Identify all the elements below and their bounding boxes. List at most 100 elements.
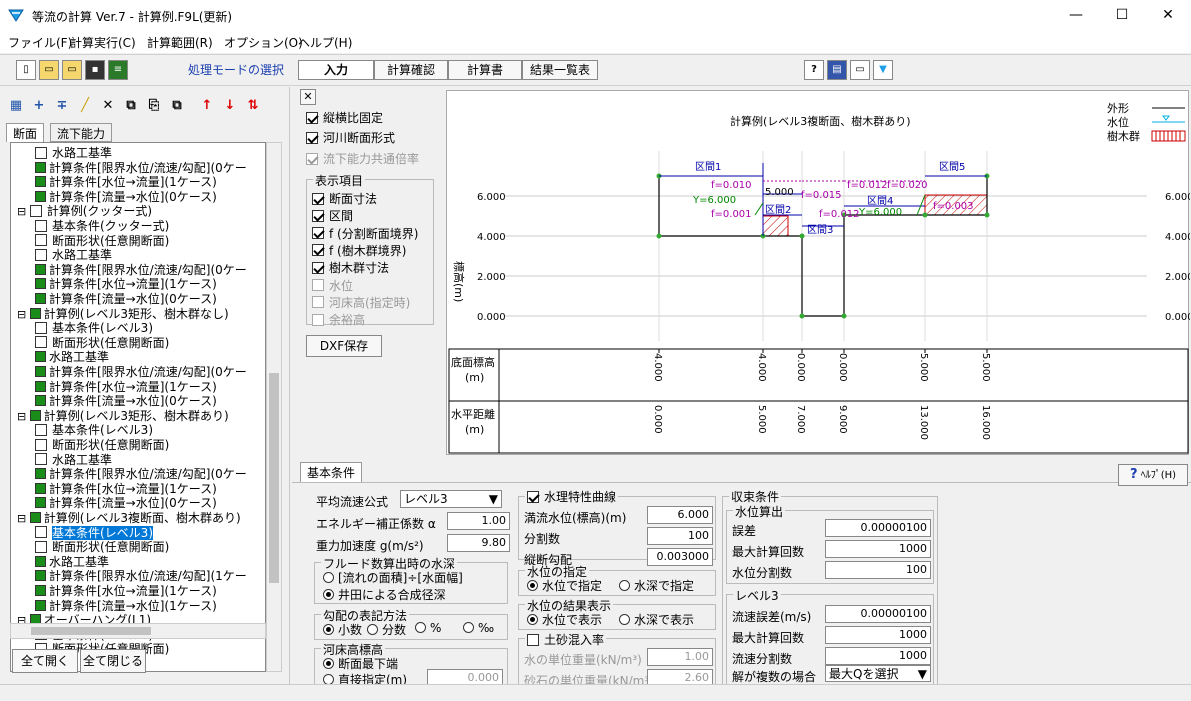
mode-check-button[interactable]: 計算確認 — [374, 60, 448, 80]
tree-checkbox[interactable] — [35, 336, 47, 349]
tree-item[interactable]: 計算条件[限界水位/流速/勾配](1ケー — [35, 568, 247, 584]
froude-ida-radio[interactable]: 井田による合成径深 — [323, 586, 446, 603]
tree-item[interactable]: 計算条件[流量→水位](0ケース) — [35, 291, 217, 307]
formula-select[interactable]: レベル3 ▼ — [400, 490, 502, 508]
tree-item[interactable]: 計算条件[水位→流量](1ケース) — [35, 481, 217, 497]
maximize-button[interactable]: ☐ — [1099, 0, 1145, 31]
tree-checkbox[interactable] — [35, 453, 47, 466]
tree-group[interactable]: ⊟ 計算例(レベル3複断面、樹木群あり) — [17, 510, 241, 526]
tree-hscrollbar[interactable] — [10, 623, 266, 639]
wl-calc-row-input[interactable]: 100 — [825, 561, 931, 579]
tree-item[interactable]: 水路工基準 — [35, 145, 112, 161]
slope-permil-radio[interactable]: ‰ — [463, 621, 494, 635]
tree-item[interactable]: 基本条件(クッター式) — [35, 218, 169, 234]
tree-view[interactable]: 水路工基準 計算条件[限界水位/流速/勾配](0ケー 計算条件[水位→流量](1ケー… — [10, 142, 266, 672]
menu-range[interactable]: 計算範囲(R) — [147, 34, 213, 51]
menu-help[interactable]: ヘルプ(H) — [298, 34, 352, 51]
aspect-checkbox[interactable]: 縦横比固定 — [306, 109, 383, 126]
tree-checkbox[interactable] — [29, 409, 41, 421]
tree-checkbox[interactable] — [35, 321, 47, 334]
slope-fraction-radio[interactable]: 分数 — [367, 621, 406, 638]
menu-file[interactable]: ファイル(F) — [8, 34, 72, 51]
tree-checkbox[interactable] — [35, 423, 47, 436]
swap-icon[interactable]: ⇅ — [243, 96, 263, 116]
tree-item[interactable]: 計算条件[水位→流量](1ケース) — [35, 583, 217, 599]
tree-item[interactable]: 計算条件[限界水位/流速/勾配](0ケー — [35, 160, 247, 176]
menu-calc[interactable]: 計算実行(C) — [70, 34, 136, 51]
slope-decimal-radio[interactable]: 小数 — [323, 621, 362, 638]
tree-item[interactable]: 水路工基準 — [35, 247, 112, 263]
tree-item[interactable]: 断面形状(任意開断面) — [35, 233, 169, 249]
tree-item[interactable]: 計算条件[流量→水位](0ケース) — [35, 189, 217, 205]
tree-checkbox[interactable] — [29, 512, 41, 523]
wl-level-radio[interactable]: 水位で指定 — [527, 577, 602, 594]
multi-select[interactable]: 最大Qを選択 ▼ — [825, 665, 931, 682]
tree-item[interactable]: 断面形状(任意開断面) — [35, 335, 169, 351]
wl-depth-radio[interactable]: 水深で指定 — [619, 577, 694, 594]
display-item-checkbox[interactable]: 断面寸法 — [312, 190, 377, 207]
expand-toggle-icon[interactable]: ⊟ — [17, 410, 30, 423]
help-icon[interactable]: ? — [804, 60, 824, 80]
tree-checkbox[interactable] — [29, 204, 42, 217]
tree-group[interactable]: ⊟ 計算例(レベル3矩形、樹木群あり) — [17, 408, 229, 424]
curve-row-input[interactable]: 6.000 — [647, 506, 713, 524]
tree-checkbox[interactable] — [35, 161, 46, 173]
froude-area-radio[interactable]: [流れの面積]÷[水面幅] — [323, 569, 463, 586]
tree-checkbox[interactable] — [35, 176, 46, 188]
save-icon[interactable]: ▪ — [85, 60, 105, 80]
tree-checkbox[interactable] — [35, 263, 46, 275]
close-button[interactable]: ✕ — [1145, 0, 1191, 31]
tree-checkbox[interactable] — [35, 366, 46, 377]
tree-item[interactable]: 計算条件[限界水位/流速/勾配](0ケー — [35, 364, 247, 380]
tree-checkbox[interactable] — [35, 219, 47, 232]
tree-group[interactable]: ⊟ 計算例(レベル3矩形、樹木群なし) — [17, 306, 229, 322]
about-icon[interactable]: ▼ — [873, 60, 893, 80]
sediment-checkbox[interactable]: 土砂混入率 — [525, 631, 607, 648]
tree-checkbox[interactable] — [35, 248, 47, 261]
curve-row-input[interactable]: 100 — [647, 527, 713, 545]
level3-row-input[interactable]: 1000 — [825, 626, 931, 644]
tree-checkbox[interactable] — [35, 526, 47, 539]
book-icon[interactable]: ▤ — [827, 60, 847, 80]
tree-checkbox[interactable] — [35, 190, 46, 202]
display-item-checkbox[interactable]: 区間 — [312, 207, 353, 224]
tree-item[interactable]: 計算条件[流量→水位](0ケース) — [35, 393, 217, 409]
tree-item[interactable]: 水路工基準 — [35, 452, 112, 468]
tree-checkbox[interactable] — [35, 395, 46, 407]
tree-checkbox[interactable] — [35, 278, 46, 290]
move-up-icon[interactable]: ↑ — [197, 96, 217, 116]
add-icon[interactable]: + — [29, 96, 49, 116]
tree-checkbox[interactable] — [35, 351, 46, 363]
slope-percent-radio[interactable]: % — [415, 621, 441, 635]
tree-item[interactable]: 基本条件(レベル3) — [35, 525, 153, 541]
duplicate-icon[interactable]: ⧉ — [167, 96, 187, 116]
close-options-button[interactable]: ✕ — [300, 89, 316, 105]
mode-results-button[interactable]: 結果一覧表 — [522, 60, 598, 80]
tree-checkbox[interactable] — [35, 555, 46, 567]
tab-basic-conditions[interactable]: 基本条件 — [300, 462, 363, 482]
new-file-icon[interactable]: ▯ — [16, 60, 36, 80]
tree-checkbox[interactable] — [35, 599, 46, 611]
tree-checkbox[interactable] — [35, 482, 46, 494]
table-icon[interactable]: ▦ — [6, 96, 26, 116]
bed-lowest-radio[interactable]: 断面最下端 — [323, 655, 398, 672]
collapse-all-button[interactable]: 全て閉じる — [80, 649, 146, 673]
tree-scrollbar[interactable] — [266, 142, 282, 672]
mode-input-button[interactable]: 入力 — [298, 60, 374, 80]
tree-item[interactable]: 計算条件[限界水位/流速/勾配](0ケー — [35, 262, 247, 278]
tab-capacity[interactable]: 流下能力 — [50, 123, 113, 142]
display-item-checkbox[interactable]: f (分割断面境界) — [312, 225, 418, 242]
open-folder-icon[interactable]: ▭ — [39, 60, 59, 80]
display-item-checkbox[interactable]: 樹木群寸法 — [312, 259, 389, 276]
tree-group[interactable]: ⊟ 計算例(クッター式) — [17, 203, 152, 219]
tree-checkbox[interactable] — [35, 438, 47, 451]
tree-checkbox[interactable] — [29, 307, 41, 319]
tree-checkbox[interactable] — [35, 234, 47, 247]
tree-item[interactable]: 基本条件(レベル3) — [35, 320, 153, 336]
tree-item[interactable]: 計算条件[流量→水位](1ケース) — [35, 598, 217, 614]
window-icon[interactable]: ▭ — [850, 60, 870, 80]
curve-checkbox[interactable]: 水理特性曲線 — [525, 488, 619, 505]
tree-item[interactable]: 計算条件[流量→水位](0ケース) — [35, 495, 217, 511]
delete-icon[interactable]: ✕ — [98, 96, 118, 116]
edit-icon[interactable]: ╱ — [75, 96, 95, 116]
